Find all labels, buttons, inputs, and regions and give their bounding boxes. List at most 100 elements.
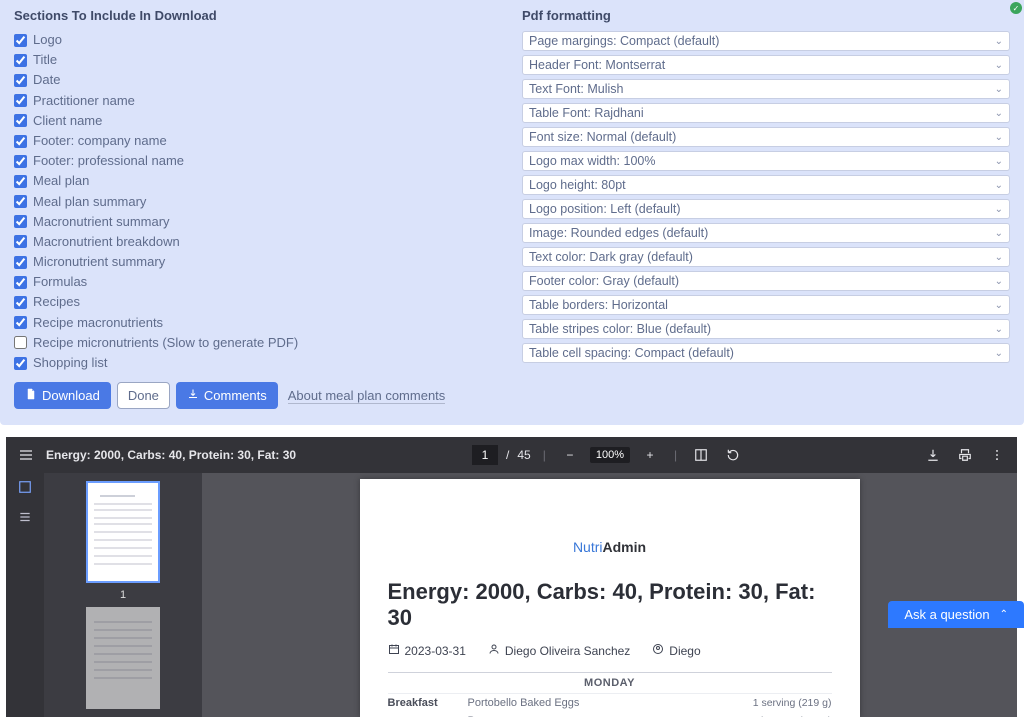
select-label: Text color: Dark gray (default) (529, 250, 995, 264)
select-label: Text Font: Mulish (529, 82, 995, 96)
checkbox-input[interactable] (14, 357, 27, 370)
select-label: Footer color: Gray (default) (529, 274, 995, 288)
meal-food: Portobello Baked Eggs (468, 697, 753, 709)
checkbox-input[interactable] (14, 135, 27, 148)
checkbox-input[interactable] (14, 34, 27, 47)
pdf-page-input[interactable] (472, 445, 498, 465)
pdf-download-icon[interactable] (921, 443, 945, 467)
checkbox-input[interactable] (14, 54, 27, 67)
chevron-down-icon: ⌄ (995, 348, 1003, 359)
calendar-icon (388, 643, 400, 658)
checkbox-input[interactable] (14, 235, 27, 248)
button-bar: Download Done Comments About meal plan c… (14, 382, 502, 409)
checkbox-item[interactable]: Practitioner name (14, 92, 502, 110)
chevron-down-icon: ⌄ (995, 228, 1003, 239)
checkbox-input[interactable] (14, 215, 27, 228)
sections-header: Sections To Include In Download (14, 8, 502, 23)
ask-question-button[interactable]: Ask a question ⌃ (888, 601, 1024, 628)
about-comments-link[interactable]: About meal plan comments (288, 388, 446, 404)
zoom-out-button[interactable]: − (558, 443, 582, 467)
fit-page-icon[interactable] (689, 443, 713, 467)
checkbox-label: Title (33, 51, 57, 69)
checkbox-input[interactable] (14, 316, 27, 329)
checkbox-item[interactable]: Footer: professional name (14, 152, 502, 170)
checkbox-item[interactable]: Meal plan (14, 172, 502, 190)
checkbox-input[interactable] (14, 74, 27, 87)
select-dropdown[interactable]: Logo position: Left (default)⌄ (522, 199, 1010, 219)
select-dropdown[interactable]: Logo height: 80pt⌄ (522, 175, 1010, 195)
checkbox-item[interactable]: Shopping list (14, 354, 502, 372)
checkbox-input[interactable] (14, 296, 27, 309)
checkbox-item[interactable]: Client name (14, 112, 502, 130)
select-dropdown[interactable]: Table Font: Rajdhani⌄ (522, 103, 1010, 123)
pdf-thumbnails[interactable]: 1 (44, 473, 202, 717)
download-icon (187, 388, 199, 403)
chevron-down-icon: ⌄ (995, 300, 1003, 311)
checkbox-item[interactable]: Recipe micronutrients (Slow to generate … (14, 334, 502, 352)
select-dropdown[interactable]: Image: Rounded edges (default)⌄ (522, 223, 1010, 243)
done-button[interactable]: Done (117, 382, 170, 409)
checkbox-input[interactable] (14, 114, 27, 127)
checkbox-item[interactable]: Formulas (14, 273, 502, 291)
pdf-thumb[interactable] (86, 607, 160, 709)
pdf-thumb-number: 1 (120, 589, 126, 601)
meal-row: BreakfastPortobello Baked Eggs1 serving … (388, 694, 832, 712)
pdf-page: NutriAdmin Energy: 2000, Carbs: 40, Prot… (360, 479, 860, 717)
select-dropdown[interactable]: Header Font: Montserrat⌄ (522, 55, 1010, 75)
checkbox-input[interactable] (14, 336, 27, 349)
file-icon (25, 388, 37, 403)
select-label: Header Font: Montserrat (529, 58, 995, 72)
checkbox-item[interactable]: Macronutrient breakdown (14, 233, 502, 251)
pdf-zoom-display[interactable]: 100% (590, 447, 630, 463)
checkbox-item[interactable]: Logo (14, 31, 502, 49)
meal-day-header: MONDAY (388, 673, 832, 694)
checkbox-item[interactable]: Footer: company name (14, 132, 502, 150)
client-icon (652, 643, 664, 658)
select-dropdown[interactable]: Logo max width: 100%⌄ (522, 151, 1010, 171)
more-icon[interactable] (985, 443, 1009, 467)
checkbox-item[interactable]: Recipes (14, 293, 502, 311)
checkbox-input[interactable] (14, 195, 27, 208)
zoom-in-button[interactable]: + (638, 443, 662, 467)
checkbox-list: Logo Title Date Practitioner name Client nam… (14, 31, 502, 372)
checkbox-label: Macronutrient summary (33, 213, 170, 231)
select-dropdown[interactable]: Table stripes color: Blue (default)⌄ (522, 319, 1010, 339)
pdf-thumb[interactable] (86, 481, 160, 583)
select-dropdown[interactable]: Page margings: Compact (default)⌄ (522, 31, 1010, 51)
checkbox-item[interactable]: Title (14, 51, 502, 69)
outline-tab-icon[interactable] (17, 509, 33, 525)
select-label: Page margings: Compact (default) (529, 34, 995, 48)
chevron-down-icon: ⌄ (995, 276, 1003, 287)
checkbox-input[interactable] (14, 276, 27, 289)
checkbox-item[interactable]: Date (14, 71, 502, 89)
menu-icon[interactable] (14, 443, 38, 467)
select-dropdown[interactable]: Table cell spacing: Compact (default)⌄ (522, 343, 1010, 363)
select-dropdown[interactable]: Table borders: Horizontal⌄ (522, 295, 1010, 315)
print-icon[interactable] (953, 443, 977, 467)
ask-question-label: Ask a question (904, 607, 989, 622)
checkbox-label: Recipe macronutrients (33, 314, 163, 332)
checkbox-item[interactable]: Recipe macronutrients (14, 314, 502, 332)
pdf-page-area[interactable]: NutriAdmin Energy: 2000, Carbs: 40, Prot… (202, 473, 1017, 717)
checkbox-input[interactable] (14, 175, 27, 188)
checkbox-label: Client name (33, 112, 102, 130)
checkbox-item[interactable]: Macronutrient summary (14, 213, 502, 231)
checkbox-input[interactable] (14, 155, 27, 168)
checkbox-input[interactable] (14, 94, 27, 107)
pdf-sidebar: 1 (6, 473, 202, 717)
comments-button[interactable]: Comments (176, 382, 278, 409)
rotate-icon[interactable] (721, 443, 745, 467)
checkbox-item[interactable]: Micronutrient summary (14, 253, 502, 271)
select-dropdown[interactable]: Font size: Normal (default)⌄ (522, 127, 1010, 147)
select-dropdown[interactable]: Text color: Dark gray (default)⌄ (522, 247, 1010, 267)
chevron-down-icon: ⌄ (995, 324, 1003, 335)
thumbnails-tab-icon[interactable] (17, 479, 33, 495)
select-dropdown[interactable]: Footer color: Gray (default)⌄ (522, 271, 1010, 291)
formatting-header: Pdf formatting (522, 8, 1010, 23)
download-button[interactable]: Download (14, 382, 111, 409)
checkbox-label: Meal plan summary (33, 193, 146, 211)
select-dropdown[interactable]: Text Font: Mulish⌄ (522, 79, 1010, 99)
checkbox-item[interactable]: Meal plan summary (14, 193, 502, 211)
checkbox-input[interactable] (14, 256, 27, 269)
pdf-toolbar: Energy: 2000, Carbs: 40, Protein: 30, Fa… (6, 437, 1017, 473)
